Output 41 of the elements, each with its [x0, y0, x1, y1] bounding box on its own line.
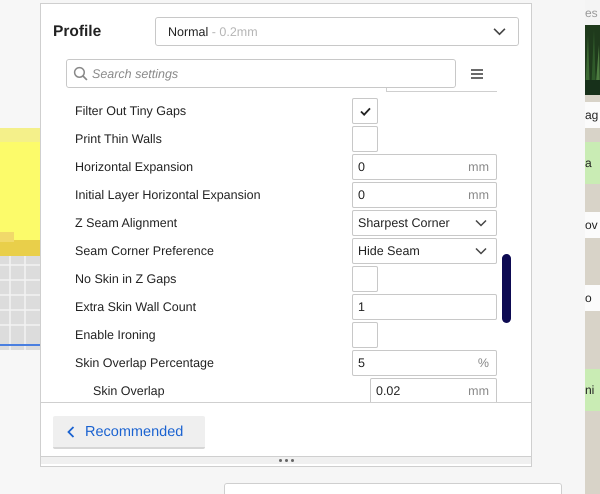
- scrollbar-thumb[interactable]: [502, 254, 511, 323]
- chevron-left-icon: [67, 426, 75, 438]
- number-field[interactable]: 0 mm: [352, 182, 497, 208]
- profile-label: Profile: [53, 22, 102, 40]
- checkbox[interactable]: [352, 322, 378, 348]
- chevron-down-icon: [493, 27, 506, 36]
- setting-label: No Skin in Z Gaps: [75, 272, 178, 286]
- resize-handle[interactable]: [41, 456, 531, 464]
- checkbox[interactable]: [352, 98, 378, 124]
- dropdown[interactable]: Hide Seam: [352, 238, 497, 264]
- checkmark-icon: [360, 106, 370, 116]
- setting-label: Z Seam Alignment: [75, 216, 178, 230]
- setting-label: Extra Skin Wall Count: [75, 300, 198, 314]
- chat-message: ag: [585, 102, 600, 128]
- setting-label: Initial Layer Horizontal Expansion: [75, 188, 262, 202]
- chat-message: o: [585, 284, 600, 310]
- recommended-button[interactable]: Recommended: [53, 416, 205, 449]
- chat-message: ni: [585, 369, 600, 411]
- dropdown[interactable]: Sharpest Corner: [352, 210, 497, 236]
- checkbox[interactable]: [352, 266, 378, 292]
- search-field[interactable]: Search settings: [66, 59, 456, 88]
- chat-header-text: es: [585, 6, 598, 20]
- number-field[interactable]: 1: [352, 294, 497, 320]
- profile-dropdown[interactable]: Normal - 0.2mm: [155, 17, 519, 46]
- chevron-down-icon: [475, 247, 487, 255]
- setting-label: Skin Overlap Percentage: [75, 356, 215, 370]
- chevron-down-icon: [475, 219, 487, 227]
- menu-icon[interactable]: [471, 68, 483, 78]
- number-field[interactable]: 0.02 mm: [370, 378, 497, 402]
- number-field[interactable]: 5 %: [352, 350, 497, 376]
- setting-label: Skin Overlap: [92, 384, 166, 398]
- setting-label: Horizontal Expansion: [75, 160, 194, 174]
- number-field[interactable]: 0 mm: [352, 154, 497, 180]
- search-icon: [73, 66, 88, 81]
- chat-message: ov: [585, 212, 600, 238]
- chat-message: a: [585, 142, 600, 184]
- checkbox[interactable]: [352, 126, 378, 152]
- setting-label: Filter Out Tiny Gaps: [75, 104, 188, 118]
- setting-label: Print Thin Walls: [75, 132, 163, 146]
- setting-label: Seam Corner Preference: [75, 244, 215, 258]
- setting-label: Enable Ironing: [75, 328, 157, 342]
